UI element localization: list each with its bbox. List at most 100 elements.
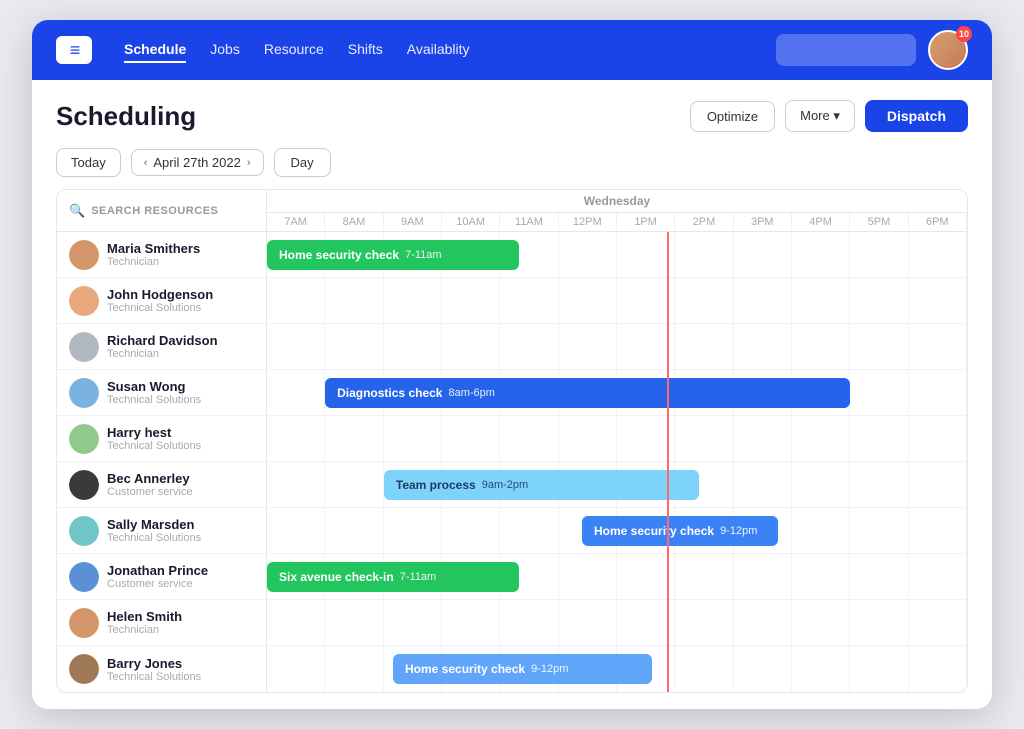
timeline-cell (500, 416, 558, 461)
prev-arrow[interactable]: ‹ (144, 157, 148, 169)
time-label-1pm: 1PM (617, 213, 675, 231)
timeline-cell (675, 232, 733, 277)
time-labels: 7AM8AM9AM10AM11AM12PM1PM2PM3PM4PM5PM6PM (267, 213, 967, 231)
timeline-cell (384, 416, 442, 461)
resource-role: Technical Solutions (107, 440, 201, 452)
more-button[interactable]: More ▾ (785, 100, 855, 132)
avatar (69, 424, 99, 454)
search-resources-label: SEARCH RESOURCES (91, 205, 218, 217)
timeline-row: Team process9am-2pm (267, 462, 967, 507)
resource-role: Technical Solutions (107, 532, 201, 544)
event-block[interactable]: Home security check 7-11am (267, 240, 519, 270)
event-block[interactable]: Six avenue check-in7-11am (267, 562, 519, 592)
nav-schedule[interactable]: Schedule (124, 37, 186, 63)
resource-role: Technical Solutions (107, 302, 213, 314)
timeline-cell (500, 508, 558, 553)
timeline-cell (675, 416, 733, 461)
timeline-cell (500, 278, 558, 323)
resource-row: Richard DavidsonTechnician (57, 324, 967, 370)
timeline-cell (850, 462, 908, 507)
nav-shifts[interactable]: Shifts (348, 37, 383, 63)
timeline-cell (675, 278, 733, 323)
timeline-cell (909, 232, 967, 277)
next-arrow[interactable]: › (247, 157, 251, 169)
timeline-cell (850, 554, 908, 599)
top-nav: ≡ Schedule Jobs Resource Shifts Availabl… (32, 20, 992, 80)
event-label: Team process (396, 478, 476, 492)
resource-name: Maria Smithers (107, 241, 200, 256)
resource-row: John HodgensonTechnical Solutions (57, 278, 967, 324)
timeline-cell (734, 324, 792, 369)
event-label: Home security check (405, 662, 525, 676)
timeline-cell (909, 600, 967, 645)
resource-role: Customer service (107, 486, 193, 498)
time-label-5pm: 5PM (850, 213, 908, 231)
resource-role: Technician (107, 624, 182, 636)
resource-info: John HodgensonTechnical Solutions (57, 278, 267, 323)
resource-row: Bec AnnerleyCustomer service Team process… (57, 462, 967, 508)
logo-icon: ≡ (70, 40, 79, 61)
nav-search[interactable] (776, 34, 916, 66)
avatar (69, 240, 99, 270)
nav-jobs[interactable]: Jobs (210, 37, 240, 63)
event-block[interactable]: Diagnostics check8am-6pm (325, 378, 850, 408)
timeline-cell (792, 554, 850, 599)
timeline-cell (267, 462, 325, 507)
resource-info: Bec AnnerleyCustomer service (57, 462, 267, 507)
timeline-cell (734, 646, 792, 692)
event-block[interactable]: Team process9am-2pm (384, 470, 699, 500)
schedule-header: 🔍 SEARCH RESOURCES Wednesday 7AM8AM9AM10… (57, 190, 967, 232)
resource-name: Susan Wong (107, 379, 201, 394)
day-button[interactable]: Day (274, 148, 331, 177)
timeline-header: Wednesday 7AM8AM9AM10AM11AM12PM1PM2PM3PM… (267, 190, 967, 231)
logo[interactable]: ≡ (56, 36, 92, 64)
time-label-3pm: 3PM (734, 213, 792, 231)
nav-resource[interactable]: Resource (264, 37, 324, 63)
event-block[interactable]: Home security check9-12pm (582, 516, 778, 546)
app-window: ≡ Schedule Jobs Resource Shifts Availabl… (32, 20, 992, 709)
date-nav[interactable]: ‹ April 27th 2022 › (131, 149, 264, 176)
resource-role: Technical Solutions (107, 671, 201, 683)
timeline-cell (675, 554, 733, 599)
timeline-cell (792, 416, 850, 461)
event-block[interactable]: Home security check9-12pm (393, 654, 652, 684)
resource-info: Barry JonesTechnical Solutions (57, 646, 267, 692)
timeline-cell (442, 600, 500, 645)
timeline-row: Home security check9-12pm (267, 508, 967, 553)
timeline-cell (384, 324, 442, 369)
resource-row: Susan WongTechnical Solutions Diagnostics… (57, 370, 967, 416)
timeline-row (267, 600, 967, 645)
event-label: Diagnostics check (337, 386, 442, 400)
resource-info: Susan WongTechnical Solutions (57, 370, 267, 415)
nav-right: 10 (776, 30, 968, 70)
resource-row: Jonathan PrinceCustomer serviceSix avenu… (57, 554, 967, 600)
date-controls: Today ‹ April 27th 2022 › Day (56, 148, 968, 177)
event-time: 7-11am (405, 249, 441, 261)
timeline-cell (325, 508, 383, 553)
timeline-cell (559, 416, 617, 461)
timeline-cell (325, 600, 383, 645)
avatar (69, 286, 99, 316)
timeline-cell (384, 278, 442, 323)
page-title: Scheduling (56, 101, 196, 132)
timeline-cell (909, 416, 967, 461)
timeline-cell (850, 508, 908, 553)
nav-availability[interactable]: Availablity (407, 37, 470, 63)
timeline-cell (850, 278, 908, 323)
page-header: Scheduling Optimize More ▾ Dispatch (56, 100, 968, 132)
timeline-row: Home security check9-12pm (267, 646, 967, 692)
optimize-button[interactable]: Optimize (690, 101, 775, 132)
timeline-cell (267, 508, 325, 553)
timeline-cell (734, 462, 792, 507)
timeline-cell (792, 324, 850, 369)
today-button[interactable]: Today (56, 148, 121, 177)
resource-info: Jonathan PrinceCustomer service (57, 554, 267, 599)
timeline-cell (850, 370, 908, 415)
timeline-cell (909, 646, 967, 692)
timeline-cell (850, 646, 908, 692)
main-content: Scheduling Optimize More ▾ Dispatch Toda… (32, 80, 992, 709)
event-label: Home security check (279, 248, 399, 262)
time-label-12pm: 12PM (559, 213, 617, 231)
dispatch-button[interactable]: Dispatch (865, 100, 968, 132)
timeline-row: Home security check 7-11am (267, 232, 967, 277)
